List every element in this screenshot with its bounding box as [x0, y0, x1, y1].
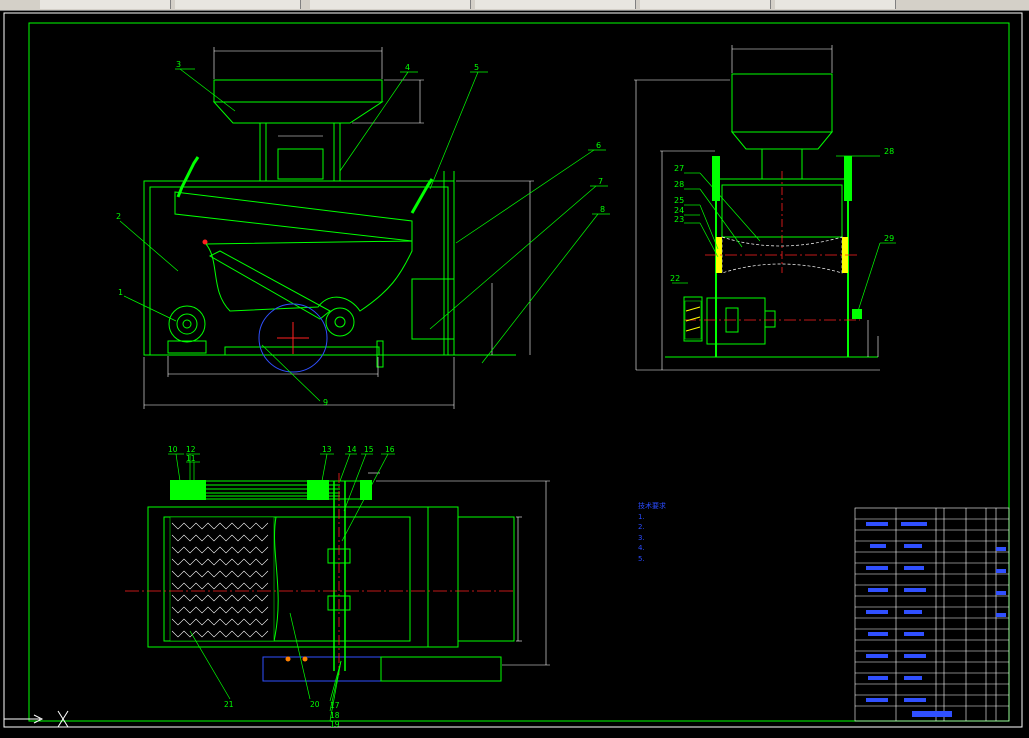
top-motor: [262, 656, 382, 682]
eccentric-hub: [334, 316, 346, 328]
side-motor-shaft: [764, 310, 776, 328]
label-14: 14: [347, 445, 357, 454]
label-25: 25: [674, 196, 684, 205]
note-line-5: 5.: [638, 554, 645, 563]
side-pulley-hatching: [685, 306, 701, 332]
label-16: 16: [385, 445, 395, 454]
side-hopper-top: [731, 73, 833, 133]
label-29: 29: [884, 234, 894, 243]
ucs-icon: [4, 710, 69, 728]
top-motor-body: [380, 656, 502, 682]
top-bolt-b: [302, 656, 308, 662]
top-hatch: [169, 516, 275, 642]
side-view: [665, 73, 878, 358]
side-hopper-funnel: [730, 131, 834, 150]
label-2: 2: [116, 212, 121, 221]
label-12: 12: [186, 445, 196, 454]
layer-dropdown[interactable]: [40, 0, 171, 9]
lineweight-dropdown[interactable]: [475, 0, 636, 9]
note-line-2: 2.: [638, 523, 645, 531]
eccentric-wheel: [325, 307, 355, 337]
cad-toolbar: [0, 0, 1029, 11]
label-5: 5: [474, 63, 479, 72]
screen-tray: [174, 191, 413, 242]
drawing-svg: 1 2 3 4 5 6 7 8 9 27 28 25 24 23 22 28 2…: [3, 12, 1023, 729]
top-extension: [457, 516, 515, 642]
label-19: 19: [330, 720, 340, 729]
label-9: 9: [323, 398, 328, 407]
spring-right: [410, 178, 434, 214]
side-plate: [204, 240, 413, 312]
top-cut-line: [273, 516, 279, 642]
label-13: 13: [322, 445, 332, 454]
pivot-point: [202, 239, 208, 245]
hopper-leg-left: [259, 122, 267, 182]
motor-pulley-mid: [176, 313, 198, 335]
side-part-29: [852, 309, 862, 319]
label-1: 1: [118, 288, 123, 297]
label-18: 18: [330, 711, 340, 720]
label-28a: 28: [674, 180, 684, 189]
hopper-body: [212, 101, 384, 124]
label-27: 27: [674, 164, 684, 173]
color-dropdown[interactable]: [640, 0, 771, 9]
top-pulley-right: [307, 480, 329, 500]
top-dimensions: [368, 472, 550, 666]
motor-pulley-hub: [182, 319, 192, 329]
motor-base: [167, 340, 207, 354]
label-10: 10: [168, 445, 178, 454]
motor-pulley-outer: [168, 305, 206, 343]
top-pulley-left: [170, 480, 206, 500]
top-pulley-end: [360, 480, 372, 500]
spring-left: [176, 156, 200, 198]
label-24: 24: [674, 206, 684, 215]
label-4: 4: [405, 63, 410, 72]
title-block: [854, 507, 1010, 722]
label-28b: 28: [884, 147, 894, 156]
technical-requirements: 技术要求 1. 2. 3. 4. 5.: [638, 501, 853, 564]
side-view-details: [684, 156, 862, 340]
note-line-4: 4.: [638, 544, 645, 552]
front-leaders: [119, 68, 610, 402]
side-spring-right: [844, 156, 852, 201]
side-dimensions: [634, 45, 880, 371]
label-6: 6: [596, 141, 601, 150]
label-22: 22: [670, 274, 680, 283]
front-view: [143, 79, 516, 368]
notes-title: 技术要求: [638, 502, 666, 510]
label-3: 3: [176, 60, 181, 69]
style-dropdown[interactable]: [175, 0, 301, 9]
base-rail: [224, 346, 380, 356]
hopper-top: [213, 79, 383, 103]
label-21: 21: [224, 700, 234, 709]
label-15: 15: [364, 445, 374, 454]
label-8: 8: [600, 205, 605, 214]
top-bolt-a: [285, 656, 291, 662]
label-17: 17: [330, 701, 340, 710]
note-line-1: 1.: [638, 512, 645, 521]
drawing-canvas[interactable]: 1 2 3 4 5 6 7 8 9 27 28 25 24 23 22 28 2…: [0, 11, 1029, 734]
hopper-outlet: [277, 148, 324, 180]
hopper-leg-right: [333, 122, 341, 182]
plotstyle-dropdown[interactable]: [775, 0, 896, 9]
top-end-box: [427, 506, 459, 648]
label-20: 20: [310, 700, 320, 709]
label-23: 23: [674, 215, 684, 224]
note-line-3: 3.: [638, 533, 645, 542]
label-11: 11: [186, 454, 196, 463]
label-7: 7: [598, 177, 603, 186]
linetype-dropdown[interactable]: [310, 0, 471, 9]
